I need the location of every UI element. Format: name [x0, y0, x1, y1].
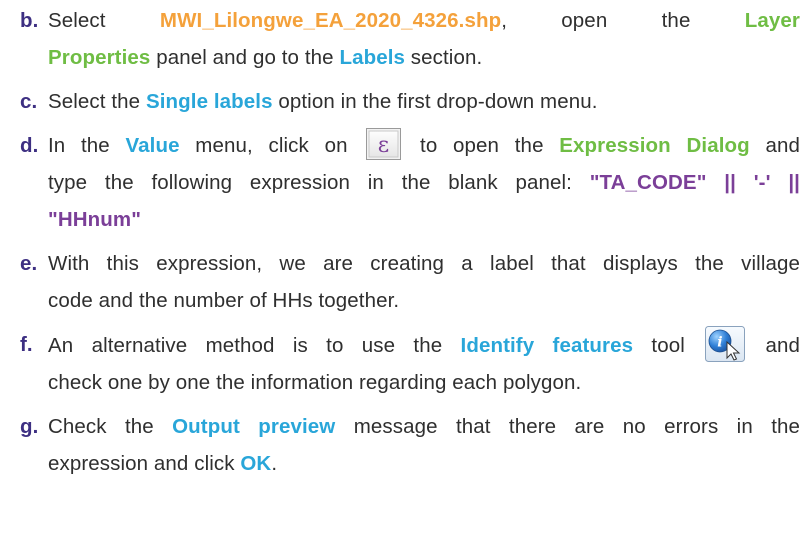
- text: An alternative method is to use the: [48, 334, 461, 357]
- text: panel and go to the: [150, 46, 340, 69]
- step-d-line-2: type the following expression in the bla…: [48, 164, 800, 201]
- properties-term: Properties: [48, 46, 151, 69]
- output-preview-term: Output preview: [172, 415, 336, 438]
- text: Check the: [48, 415, 173, 438]
- single-labels-term: Single labels: [145, 90, 273, 113]
- step-f: f. An alternative method is to use the I…: [20, 326, 800, 401]
- identify-features-term: Identify features: [460, 334, 634, 357]
- expression-part-1: "TA_CODE" || '-' ||: [589, 171, 800, 194]
- text: section.: [405, 46, 483, 69]
- step-g: g. Check the Output preview message that…: [20, 408, 800, 482]
- step-marker: b.: [20, 9, 39, 32]
- step-f-line-1: An alternative method is to use the Iden…: [48, 326, 800, 364]
- text: and: [749, 134, 800, 157]
- svg-text:ε: ε: [378, 133, 390, 158]
- text: expression and click: [48, 452, 241, 475]
- step-marker: f.: [20, 333, 33, 356]
- text: Select the: [48, 90, 146, 113]
- step-d: d. In the Value menu, click on ε to open…: [20, 127, 800, 238]
- step-c: c. Select the Single labels option in th…: [20, 83, 800, 120]
- step-marker: g.: [20, 415, 39, 438]
- step-e-line-2: code and the number of HHs together.: [48, 289, 400, 312]
- layer-term: Layer: [744, 9, 800, 32]
- text: option in the first drop-down menu.: [272, 90, 598, 113]
- ok-term: OK: [240, 452, 272, 475]
- text: to open the: [404, 134, 560, 157]
- step-g-line-1: Check the Output preview message that th…: [48, 408, 800, 445]
- text: .: [271, 452, 278, 475]
- step-marker: c.: [20, 90, 38, 113]
- instruction-list: b. Select MWI_Lilongwe_EA_2020_4326.shp,…: [20, 2, 800, 482]
- svg-text:i: i: [717, 335, 722, 351]
- expression-part-2: "HHnum": [48, 208, 142, 231]
- text: , open the: [501, 9, 745, 32]
- step-d-line-3: "HHnum": [48, 201, 800, 238]
- text: In the: [48, 134, 126, 157]
- step-g-line-2: expression and click OK.: [48, 445, 800, 482]
- text: Select: [48, 9, 160, 32]
- expression-epsilon-icon[interactable]: ε: [366, 128, 402, 160]
- step-marker: e.: [20, 252, 38, 275]
- step-f-line-2: check one by one the information regardi…: [48, 371, 582, 394]
- text: type the following expression in the bla…: [48, 171, 590, 194]
- text: menu, click on: [179, 134, 364, 157]
- step-c-line-1: Select the Single labels option in the f…: [48, 83, 800, 120]
- step-marker: d.: [20, 134, 39, 157]
- shapefile-name: MWI_Lilongwe_EA_2020_4326.shp: [159, 9, 502, 32]
- step-b-line-2: Properties panel and go to the Labels se…: [48, 39, 800, 76]
- step-d-line-1: In the Value menu, click on ε to open th…: [48, 127, 800, 164]
- text: tool: [633, 334, 704, 357]
- step-e: e. With this expression, we are creating…: [20, 245, 800, 319]
- step-b-line-1: Select MWI_Lilongwe_EA_2020_4326.shp, op…: [48, 2, 800, 39]
- step-b: b. Select MWI_Lilongwe_EA_2020_4326.shp,…: [20, 2, 800, 76]
- labels-term: Labels: [339, 46, 405, 69]
- identify-features-icon[interactable]: i: [705, 326, 746, 362]
- expression-dialog-term: Expression Dialog: [559, 134, 750, 157]
- step-e-line-1: With this expression, we are creating a …: [48, 252, 800, 275]
- text: message that there are no errors in the: [335, 415, 800, 438]
- value-term: Value: [125, 134, 180, 157]
- text: and: [747, 334, 800, 357]
